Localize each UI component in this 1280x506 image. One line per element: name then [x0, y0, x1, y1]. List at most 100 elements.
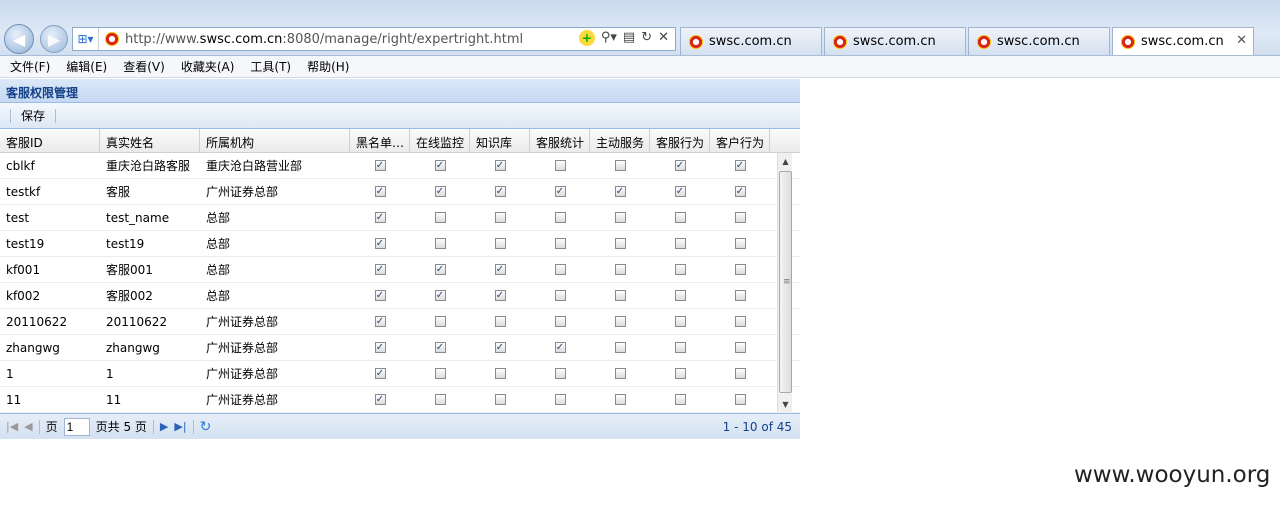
- permission-checkbox-checked[interactable]: ✓: [494, 290, 506, 301]
- permission-checkbox-checked[interactable]: ✓: [374, 342, 386, 353]
- permission-checkbox-checked[interactable]: ✓: [374, 186, 386, 197]
- address-bar[interactable]: ⊞▾ http://www.swsc.com.cn:8080/manage/ri…: [72, 27, 676, 51]
- permission-checkbox[interactable]: [554, 290, 566, 301]
- table-row[interactable]: test test_name 总部 ✓: [0, 205, 800, 231]
- column-header[interactable]: 客服行为: [650, 129, 710, 152]
- column-header[interactable]: 在线监控: [410, 129, 470, 152]
- permission-checkbox[interactable]: [734, 238, 746, 249]
- permission-checkbox[interactable]: [674, 342, 686, 353]
- permission-checkbox[interactable]: [554, 212, 566, 223]
- column-header[interactable]: 所属机构: [200, 129, 350, 152]
- permission-checkbox[interactable]: [614, 160, 626, 171]
- menu-help[interactable]: 帮助(H): [307, 58, 349, 75]
- column-header[interactable]: 知识库: [470, 129, 530, 152]
- permission-checkbox-checked[interactable]: ✓: [554, 186, 566, 197]
- table-row[interactable]: test19 test19 总部 ✓: [0, 231, 800, 257]
- permission-checkbox[interactable]: [674, 264, 686, 275]
- prev-page-icon[interactable]: ◀: [24, 420, 32, 433]
- scroll-thumb[interactable]: ≡: [779, 171, 792, 393]
- refresh-icon[interactable]: ↻: [641, 30, 652, 46]
- permission-checkbox[interactable]: [554, 238, 566, 249]
- permission-checkbox-checked[interactable]: ✓: [374, 290, 386, 301]
- compat-shield-icon[interactable]: ⊞▾: [73, 28, 99, 50]
- add-favorite-icon[interactable]: +: [578, 30, 595, 46]
- scroll-down-icon[interactable]: ▼: [778, 397, 793, 412]
- vertical-scrollbar[interactable]: ▲ ≡ ▼: [777, 153, 792, 413]
- menu-favorites[interactable]: 收藏夹(A): [181, 58, 235, 75]
- column-header[interactable]: 真实姓名: [100, 129, 200, 152]
- permission-checkbox[interactable]: [614, 238, 626, 249]
- permission-checkbox-checked[interactable]: ✓: [494, 264, 506, 275]
- search-icon[interactable]: ⚲▾: [601, 30, 617, 46]
- browser-tab-4[interactable]: swsc.com.cn ✕: [1112, 27, 1254, 55]
- permission-checkbox-checked[interactable]: ✓: [554, 342, 566, 353]
- permission-checkbox-checked[interactable]: ✓: [374, 212, 386, 223]
- table-row[interactable]: 1 1 广州证券总部 ✓: [0, 361, 800, 387]
- scroll-up-icon[interactable]: ▲: [778, 154, 793, 169]
- browser-tab-3[interactable]: swsc.com.cn: [968, 27, 1110, 55]
- permission-checkbox-checked[interactable]: ✓: [374, 368, 386, 379]
- permission-checkbox[interactable]: [554, 368, 566, 379]
- stop-icon[interactable]: ✕: [658, 30, 669, 46]
- save-button[interactable]: 保存: [15, 105, 51, 126]
- permission-checkbox-checked[interactable]: ✓: [734, 160, 746, 171]
- permission-checkbox[interactable]: [434, 212, 446, 223]
- permission-checkbox[interactable]: [494, 212, 506, 223]
- compat-view-icon[interactable]: ▤: [623, 30, 635, 46]
- permission-checkbox-checked[interactable]: ✓: [434, 290, 446, 301]
- permission-checkbox[interactable]: [434, 394, 446, 405]
- permission-checkbox[interactable]: [494, 238, 506, 249]
- table-row[interactable]: 20110622 20110622 广州证券总部 ✓: [0, 309, 800, 335]
- table-row[interactable]: testkf 客服 广州证券总部 ✓ ✓ ✓ ✓ ✓ ✓ ✓: [0, 179, 800, 205]
- permission-checkbox-checked[interactable]: ✓: [674, 160, 686, 171]
- forward-button[interactable]: ▶: [40, 25, 68, 53]
- menu-view[interactable]: 查看(V): [123, 58, 165, 75]
- permission-checkbox-checked[interactable]: ✓: [434, 160, 446, 171]
- table-row[interactable]: cblkf 重庆沧白路客服 重庆沧白路营业部 ✓ ✓ ✓ ✓ ✓: [0, 153, 800, 179]
- permission-checkbox-checked[interactable]: ✓: [494, 342, 506, 353]
- first-page-icon[interactable]: |◀: [6, 420, 18, 433]
- table-row[interactable]: kf002 客服002 总部 ✓ ✓ ✓: [0, 283, 800, 309]
- permission-checkbox[interactable]: [734, 212, 746, 223]
- permission-checkbox[interactable]: [614, 316, 626, 327]
- permission-checkbox[interactable]: [614, 264, 626, 275]
- table-row[interactable]: kf001 客服001 总部 ✓ ✓ ✓: [0, 257, 800, 283]
- permission-checkbox[interactable]: [614, 290, 626, 301]
- permission-checkbox-checked[interactable]: ✓: [374, 160, 386, 171]
- permission-checkbox[interactable]: [494, 394, 506, 405]
- column-header[interactable]: 主动服务: [590, 129, 650, 152]
- permission-checkbox-checked[interactable]: ✓: [494, 186, 506, 197]
- permission-checkbox[interactable]: [734, 394, 746, 405]
- permission-checkbox-checked[interactable]: ✓: [434, 186, 446, 197]
- permission-checkbox[interactable]: [614, 212, 626, 223]
- permission-checkbox[interactable]: [494, 368, 506, 379]
- permission-checkbox[interactable]: [674, 316, 686, 327]
- permission-checkbox[interactable]: [674, 290, 686, 301]
- permission-checkbox[interactable]: [734, 316, 746, 327]
- permission-checkbox[interactable]: [554, 394, 566, 405]
- permission-checkbox[interactable]: [674, 212, 686, 223]
- browser-tab-2[interactable]: swsc.com.cn: [824, 27, 966, 55]
- column-header[interactable]: 客服ID: [0, 129, 100, 152]
- permission-checkbox[interactable]: [674, 394, 686, 405]
- permission-checkbox-checked[interactable]: ✓: [734, 186, 746, 197]
- permission-checkbox[interactable]: [614, 342, 626, 353]
- permission-checkbox-checked[interactable]: ✓: [674, 186, 686, 197]
- permission-checkbox[interactable]: [734, 368, 746, 379]
- permission-checkbox[interactable]: [614, 368, 626, 379]
- permission-checkbox-checked[interactable]: ✓: [374, 394, 386, 405]
- permission-checkbox[interactable]: [554, 316, 566, 327]
- permission-checkbox-checked[interactable]: ✓: [374, 264, 386, 275]
- permission-checkbox[interactable]: [434, 368, 446, 379]
- browser-tab-1[interactable]: swsc.com.cn: [680, 27, 822, 55]
- permission-checkbox-checked[interactable]: ✓: [434, 342, 446, 353]
- permission-checkbox[interactable]: [434, 316, 446, 327]
- address-url[interactable]: http://www.swsc.com.cn:8080/manage/right…: [125, 32, 523, 47]
- permission-checkbox[interactable]: [734, 264, 746, 275]
- permission-checkbox-checked[interactable]: ✓: [374, 238, 386, 249]
- permission-checkbox-checked[interactable]: ✓: [434, 264, 446, 275]
- permission-checkbox-checked[interactable]: ✓: [374, 316, 386, 327]
- page-number-input[interactable]: [63, 417, 90, 436]
- column-header[interactable]: 黑名单…: [350, 129, 410, 152]
- next-page-icon[interactable]: ▶: [160, 420, 168, 433]
